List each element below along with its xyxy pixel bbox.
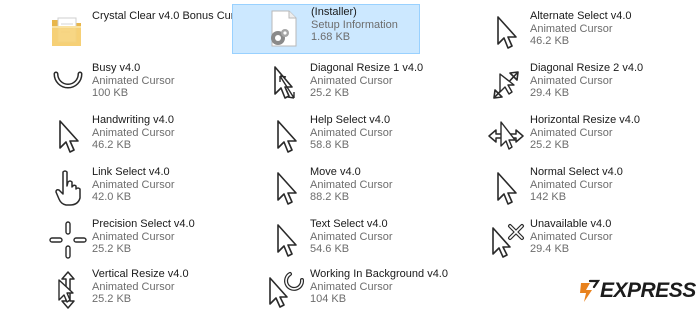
file-name: Alternate Select v4.0 xyxy=(530,10,632,22)
file-size: 46.2 KB xyxy=(92,139,132,151)
file-name: Unavailable v4.0 xyxy=(530,218,612,230)
file-type: Animated Cursor xyxy=(310,230,393,243)
file-item-busy[interactable]: Busy v4.0 Animated Cursor 100 KB xyxy=(48,60,258,110)
file-size: 54.6 KB xyxy=(310,243,350,255)
file-item-working-in-background[interactable]: Working In Background v4.0 Animated Curs… xyxy=(266,266,456,316)
file-type: Animated Cursor xyxy=(310,178,393,191)
file-name: Normal Select v4.0 xyxy=(530,166,623,178)
file-name: Working In Background v4.0 xyxy=(310,268,448,280)
file-size: 29.4 KB xyxy=(530,87,570,99)
express-watermark: EXPRESS xyxy=(578,276,696,306)
file-size: 25.2 KB xyxy=(92,293,132,305)
file-size: 88.2 KB xyxy=(310,191,350,203)
arrow-cursor-icon xyxy=(486,12,526,52)
file-item-alternate-select[interactable]: Alternate Select v4.0 Animated Cursor 46… xyxy=(486,8,696,58)
file-item-crystal-clear-folder[interactable]: Crystal Clear v4.0 Bonus Cursors xyxy=(48,8,258,58)
vertical-resize-icon xyxy=(48,270,88,310)
file-name: Vertical Resize v4.0 xyxy=(92,268,189,280)
file-type: Animated Cursor xyxy=(92,126,175,139)
file-name: Handwriting v4.0 xyxy=(92,114,174,126)
file-type: Animated Cursor xyxy=(530,22,613,35)
file-item-move[interactable]: Move v4.0 Animated Cursor 88.2 KB xyxy=(266,164,476,214)
arrow-cursor-icon xyxy=(266,168,306,208)
file-item-link-select[interactable]: Link Select v4.0 Animated Cursor 42.0 KB xyxy=(48,164,258,214)
file-type: Setup Information xyxy=(311,18,398,31)
file-type: Animated Cursor xyxy=(530,126,613,139)
horizontal-resize-icon xyxy=(486,116,526,156)
file-item-vertical-resize[interactable]: Vertical Resize v4.0 Animated Cursor 25.… xyxy=(48,266,258,316)
file-type: Animated Cursor xyxy=(310,280,393,293)
diagonal-resize-2-icon xyxy=(486,64,526,104)
file-name: Text Select v4.0 xyxy=(310,218,388,230)
file-size: 42.0 KB xyxy=(92,191,132,203)
file-size: 46.2 KB xyxy=(530,35,570,47)
file-size: 100 KB xyxy=(92,87,129,99)
file-item-diagonal-resize-2[interactable]: Diagonal Resize 2 v4.0 Animated Cursor 2… xyxy=(486,60,696,110)
file-item-handwriting[interactable]: Handwriting v4.0 Animated Cursor 46.2 KB xyxy=(48,112,258,162)
file-item-text-select[interactable]: Text Select v4.0 Animated Cursor 54.6 KB xyxy=(266,216,476,266)
file-item-diagonal-resize-1[interactable]: Diagonal Resize 1 v4.0 Animated Cursor 2… xyxy=(266,60,476,110)
arrow-cursor-icon xyxy=(48,116,88,156)
file-type: Animated Cursor xyxy=(310,74,393,87)
busy-cursor-icon xyxy=(48,64,88,104)
file-item-unavailable[interactable]: Unavailable v4.0 Animated Cursor 29.4 KB xyxy=(486,216,696,266)
file-type: Animated Cursor xyxy=(92,74,175,87)
file-size: 58.8 KB xyxy=(310,139,350,151)
file-item-normal-select[interactable]: Normal Select v4.0 Animated Cursor 142 K… xyxy=(486,164,696,214)
file-size: 29.4 KB xyxy=(530,243,570,255)
setup-info-icon xyxy=(263,8,303,48)
crosshair-cursor-icon xyxy=(48,220,88,260)
arrow-cursor-icon xyxy=(266,116,306,156)
file-item-horizontal-resize[interactable]: Horizontal Resize v4.0 Animated Cursor 2… xyxy=(486,112,696,162)
diagonal-resize-1-icon xyxy=(266,64,306,104)
file-item-help-select[interactable]: Help Select v4.0 Animated Cursor 58.8 KB xyxy=(266,112,476,162)
file-type: Animated Cursor xyxy=(92,230,175,243)
watermark-text: EXPRESS xyxy=(600,279,696,302)
working-cursor-icon xyxy=(266,270,306,310)
file-type: Animated Cursor xyxy=(530,230,613,243)
file-name: Help Select v4.0 xyxy=(310,114,391,126)
file-size: 1.68 KB xyxy=(311,31,351,43)
unavailable-cursor-icon xyxy=(486,220,526,260)
file-name: Precision Select v4.0 xyxy=(92,218,195,230)
hand-cursor-icon xyxy=(48,168,88,208)
file-name: Horizontal Resize v4.0 xyxy=(530,114,641,126)
express-logo-icon xyxy=(578,278,601,304)
file-size: 104 KB xyxy=(310,293,347,305)
file-type: Animated Cursor xyxy=(92,280,175,293)
file-type: Animated Cursor xyxy=(310,126,393,139)
file-item-installer[interactable]: (Installer) Setup Information 1.68 KB xyxy=(232,4,420,54)
folder-icon xyxy=(48,12,88,52)
file-item-precision-select[interactable]: Precision Select v4.0 Animated Cursor 25… xyxy=(48,216,258,266)
arrow-cursor-icon xyxy=(486,168,526,208)
file-name: Busy v4.0 xyxy=(92,62,141,74)
file-size: 142 KB xyxy=(530,191,567,203)
arrow-cursor-icon xyxy=(266,220,306,260)
file-size: 25.2 KB xyxy=(92,243,132,255)
file-name: Link Select v4.0 xyxy=(92,166,170,178)
file-name: Move v4.0 xyxy=(310,166,361,178)
file-type: Animated Cursor xyxy=(92,178,175,191)
file-size: 25.2 KB xyxy=(530,139,570,151)
file-size: 25.2 KB xyxy=(310,87,350,99)
file-grid: Crystal Clear v4.0 Bonus Cursors (Instal… xyxy=(0,0,700,317)
file-name: Diagonal Resize 2 v4.0 xyxy=(530,62,644,74)
file-name: Diagonal Resize 1 v4.0 xyxy=(310,62,424,74)
file-name: (Installer) xyxy=(311,6,357,18)
file-type: Animated Cursor xyxy=(530,74,613,87)
file-type: Animated Cursor xyxy=(530,178,613,191)
